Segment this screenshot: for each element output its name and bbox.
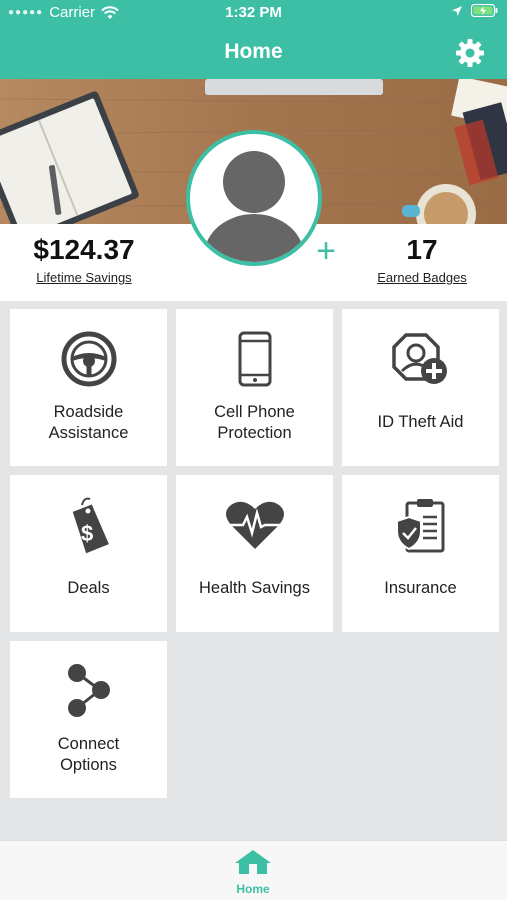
status-time: 1:32 PM [225, 4, 282, 21]
tile-label-line1: ID Theft Aid [377, 413, 464, 431]
tile-health-savings[interactable]: Health Savings [176, 475, 333, 632]
add-photo-button[interactable]: + [312, 234, 340, 268]
id-theft-icon [391, 333, 447, 384]
earned-badges-stat: 17 Earned Badges [362, 234, 482, 285]
tile-label-line2: Protection [217, 424, 292, 442]
location-arrow-icon [452, 5, 462, 16]
tile-label-line1: Health Savings [199, 579, 310, 597]
tile-deals[interactable]: $ Deals [10, 475, 167, 632]
tile-connect-options[interactable]: Connect Options [10, 641, 167, 798]
steering-wheel-icon [61, 331, 116, 387]
lifetime-savings-stat: $124.37 Lifetime Savings [14, 234, 154, 285]
cell-phone-icon [238, 331, 271, 387]
tile-insurance[interactable]: Insurance [342, 475, 499, 632]
clipboard-shield-icon [395, 499, 444, 553]
avatar[interactable] [186, 130, 322, 266]
home-icon [235, 850, 271, 874]
tile-label-line1: Insurance [384, 579, 457, 597]
user-placeholder-icon [204, 151, 304, 262]
tab-home[interactable]: Home [223, 849, 283, 899]
svg-text:$: $ [81, 521, 93, 546]
page-title: Home [224, 40, 283, 63]
status-right [451, 4, 499, 17]
tile-id-theft-aid[interactable]: ID Theft Aid [342, 309, 499, 466]
tile-cell-phone-protection[interactable]: Cell Phone Protection [176, 309, 333, 466]
lifetime-savings-link[interactable]: Lifetime Savings [14, 270, 154, 285]
battery-icon [471, 4, 498, 17]
tile-roadside-assistance[interactable]: Roadside Assistance [10, 309, 167, 466]
tile-label-line2: Options [60, 756, 117, 774]
lifetime-savings-value: $124.37 [33, 234, 135, 265]
heartbeat-icon [225, 501, 284, 549]
tile-label-line1: Deals [67, 579, 110, 597]
earned-badges-value: 17 [406, 234, 438, 265]
tab-home-label: Home [236, 882, 270, 896]
gear-icon[interactable] [455, 38, 485, 68]
share-icon [67, 664, 110, 717]
nav-bar: Home [0, 26, 507, 79]
tile-label-line2: Assistance [48, 424, 129, 442]
status-bar: ●●●●● Carrier 1:32 PM [0, 0, 507, 26]
price-tag-icon: $ [72, 497, 109, 554]
tile-label-line1: Cell Phone [214, 403, 295, 421]
tab-bar: Home [0, 840, 507, 900]
tile-label-line1: Connect [57, 735, 120, 753]
tile-label-line1: Roadside [53, 403, 124, 421]
earned-badges-link[interactable]: Earned Badges [362, 270, 482, 285]
